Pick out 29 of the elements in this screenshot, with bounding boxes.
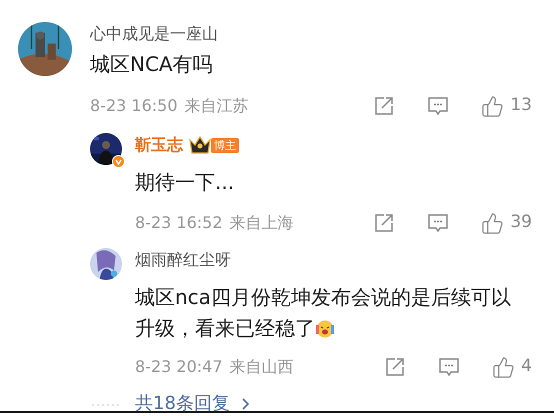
like-icon[interactable] <box>481 212 504 234</box>
dotted-line <box>92 403 120 407</box>
blogger-badge: 博主 <box>211 138 239 152</box>
like-count: 4 <box>521 355 532 378</box>
location: 来自上海 <box>230 212 294 234</box>
reply-text: 升级，看来已经稳了 <box>135 315 315 342</box>
like-count: 39 <box>510 211 532 234</box>
like-icon[interactable] <box>492 356 516 378</box>
comment-icon[interactable] <box>427 213 450 233</box>
share-icon[interactable] <box>385 357 406 377</box>
comment-icon[interactable] <box>427 96 450 116</box>
location: 来自山西 <box>230 356 294 378</box>
crown-icon <box>189 136 211 154</box>
reply-text: 期待一下... <box>135 169 234 196</box>
location: 来自江苏 <box>184 95 249 117</box>
comment-text: 城区NCA有吗 <box>90 51 214 78</box>
author-name[interactable]: 烟雨醉红尘呀 <box>135 248 231 272</box>
author-name[interactable]: 心中成见是一座山 <box>90 22 554 46</box>
chevron-right-icon <box>242 398 249 410</box>
timestamp: 8-23 20:47 <box>135 356 223 378</box>
like-icon[interactable] <box>481 94 504 118</box>
timestamp: 8-23 16:52 <box>135 212 223 234</box>
share-icon[interactable] <box>374 96 394 116</box>
reply-text: 城区nca四月份乾坤发布会说的是后续可以 <box>135 284 511 311</box>
share-icon[interactable] <box>374 213 394 233</box>
like-count: 13 <box>510 94 532 118</box>
more-replies-link[interactable]: 共18条回复 <box>135 390 249 416</box>
comment-icon[interactable] <box>438 357 460 377</box>
timestamp: 8-23 16:50 <box>90 95 178 117</box>
